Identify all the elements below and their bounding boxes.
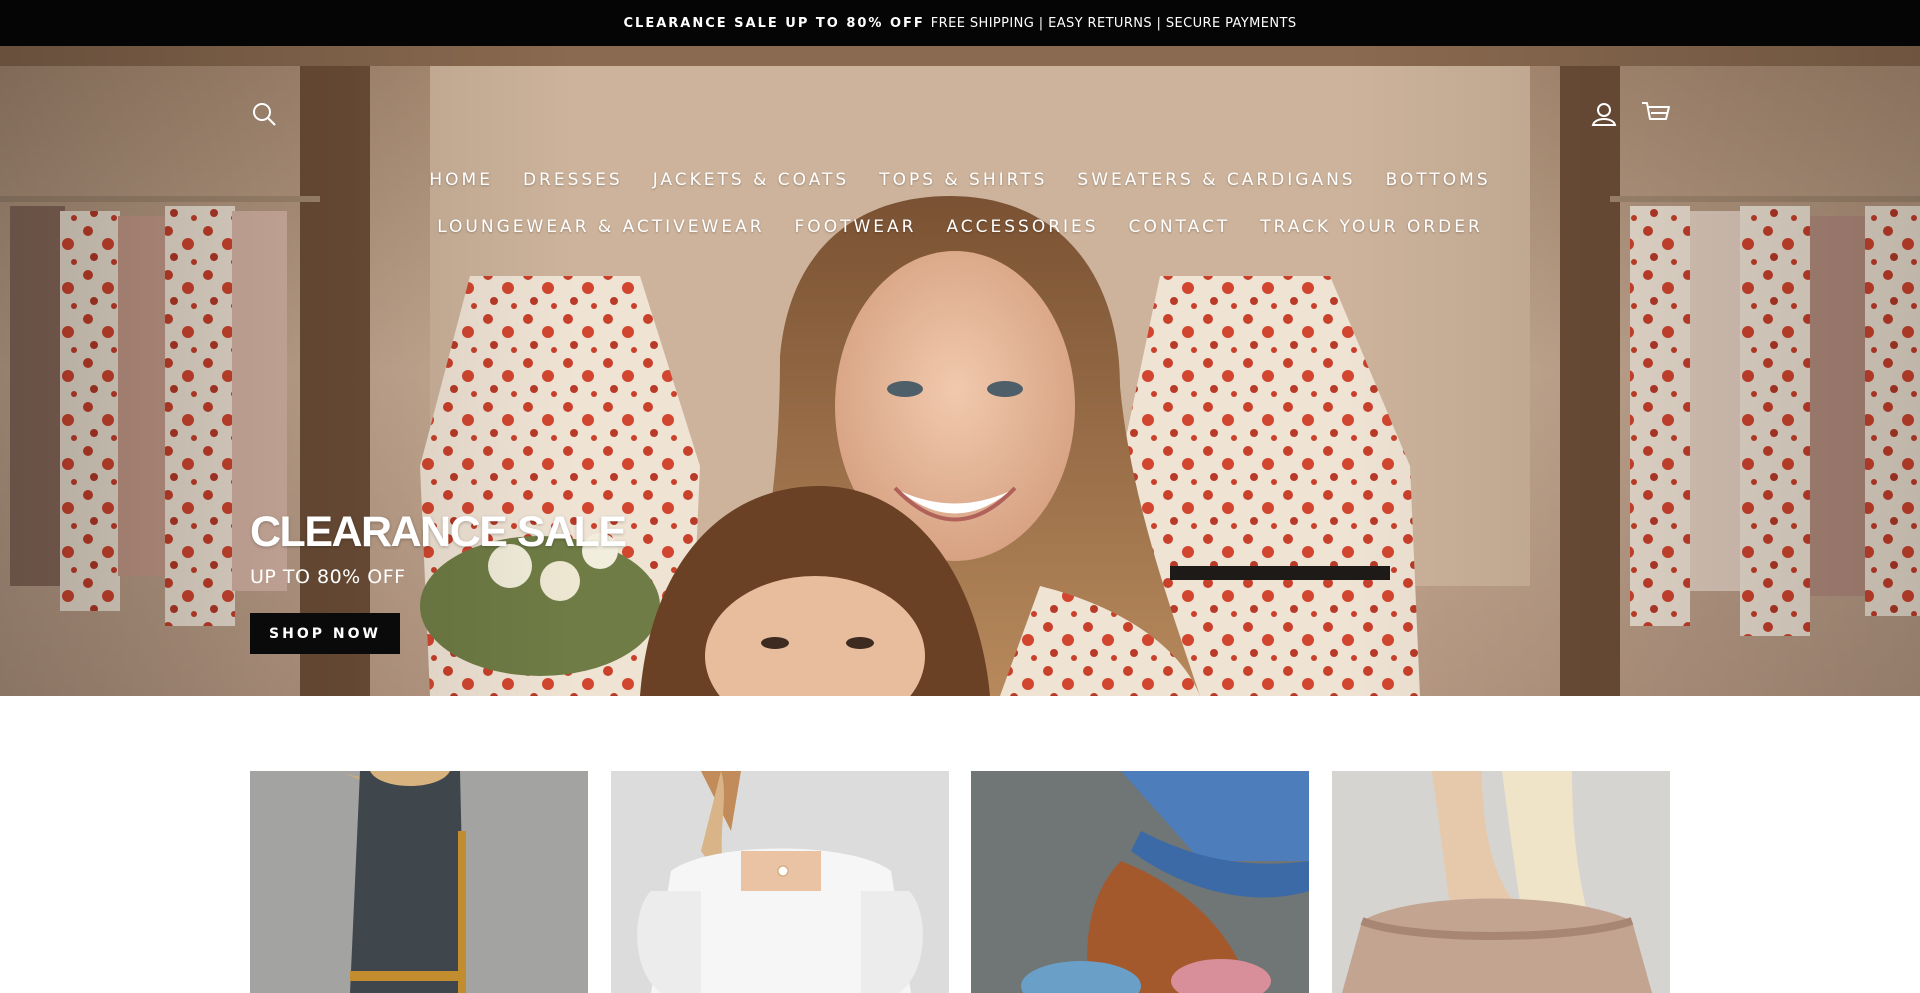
hero-subtitle: UP TO 80% OFF bbox=[250, 566, 406, 588]
product-image bbox=[611, 771, 949, 993]
announcement-text: FREE SHIPPING | EASY RETURNS | SECURE PA… bbox=[930, 15, 1297, 31]
main-nav-row-2: LOUNGEWEAR & ACTIVEWEAR FOOTWEAR ACCESSO… bbox=[0, 217, 1920, 237]
collection-tile[interactable] bbox=[1332, 771, 1670, 993]
account-icon[interactable] bbox=[1590, 100, 1618, 128]
nav-accessories[interactable]: ACCESSORIES bbox=[931, 217, 1113, 237]
product-image bbox=[250, 771, 588, 993]
product-image bbox=[971, 771, 1309, 993]
nav-tops-shirts[interactable]: TOPS & SHIRTS bbox=[864, 170, 1062, 190]
collection-tile[interactable] bbox=[250, 771, 588, 993]
announcement-bar: CLEARANCE SALE UP TO 80% OFF FREE SHIPPI… bbox=[0, 0, 1920, 46]
nav-sweaters-cardigans[interactable]: SWEATERS & CARDIGANS bbox=[1062, 170, 1370, 190]
nav-home[interactable]: HOME bbox=[414, 170, 508, 190]
collection-grid bbox=[250, 771, 1670, 993]
nav-contact[interactable]: CONTACT bbox=[1114, 217, 1246, 237]
nav-jackets-coats[interactable]: JACKETS & COATS bbox=[638, 170, 864, 190]
collection-tile[interactable] bbox=[611, 771, 949, 993]
product-image bbox=[1332, 771, 1670, 993]
collection-tile[interactable] bbox=[971, 771, 1309, 993]
nav-dresses[interactable]: DRESSES bbox=[508, 170, 638, 190]
main-nav-row-1: HOME DRESSES JACKETS & COATS TOPS & SHIR… bbox=[0, 170, 1920, 190]
announcement-highlight: CLEARANCE SALE UP TO 80% OFF bbox=[623, 15, 925, 31]
nav-loungewear-activewear[interactable]: LOUNGEWEAR & ACTIVEWEAR bbox=[422, 217, 779, 237]
hero-title: CLEARANCE SALE bbox=[250, 508, 627, 556]
shop-now-button[interactable]: SHOP NOW bbox=[250, 613, 400, 654]
nav-footwear[interactable]: FOOTWEAR bbox=[780, 217, 932, 237]
nav-track-order[interactable]: TRACK YOUR ORDER bbox=[1245, 217, 1498, 237]
cart-icon[interactable] bbox=[1641, 99, 1671, 127]
hero-banner[interactable]: HOME DRESSES JACKETS & COATS TOPS & SHIR… bbox=[0, 46, 1920, 696]
search-icon[interactable] bbox=[250, 100, 278, 128]
nav-bottoms[interactable]: BOTTOMS bbox=[1371, 170, 1506, 190]
hero-image bbox=[0, 46, 1920, 696]
